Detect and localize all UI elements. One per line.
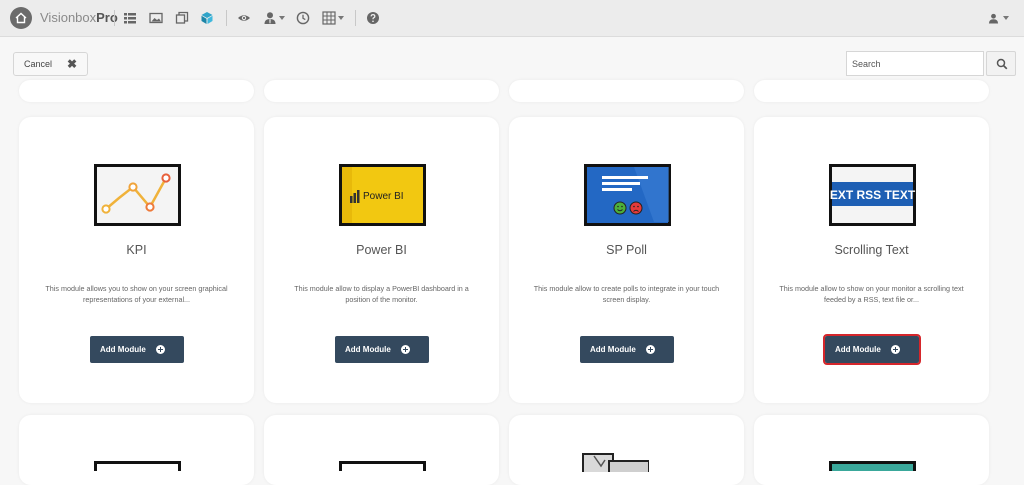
- list-icon[interactable]: [123, 11, 137, 25]
- user-icon[interactable]: [988, 13, 999, 24]
- add-module-label: Add Module: [590, 345, 636, 354]
- eye-icon[interactable]: [237, 11, 251, 25]
- module-card-partial: [754, 80, 989, 102]
- card-description: This module allows you to show on your s…: [45, 284, 228, 304]
- rss-thumb-text: EXT RSS TEXT: [830, 188, 916, 202]
- card-title: SP Poll: [606, 243, 647, 257]
- card-title: KPI: [126, 243, 147, 257]
- nav-divider: [226, 10, 227, 26]
- home-icon[interactable]: [10, 7, 32, 29]
- add-module-button[interactable]: Add Module: [90, 336, 184, 363]
- plus-circle-icon: [401, 345, 410, 354]
- power-bi-thumbnail: Power BI: [339, 164, 426, 226]
- module-card-partial: [754, 415, 989, 485]
- search-icon: [996, 58, 1008, 70]
- module-card-scrolling-text: EXT RSS TEXT Scrolling Text This module …: [754, 117, 989, 403]
- card-title: Scrolling Text: [834, 243, 909, 257]
- plus-circle-icon: [156, 345, 165, 354]
- add-module-label: Add Module: [345, 345, 391, 354]
- card-description: This module allow to show on your monito…: [779, 284, 964, 304]
- close-icon: ✖: [67, 57, 78, 71]
- scrolling-text-thumbnail: EXT RSS TEXT: [829, 164, 916, 226]
- brand-logo: VisionboxPro: [40, 10, 118, 25]
- search-button[interactable]: [986, 51, 1016, 76]
- add-module-button[interactable]: Add Module: [335, 336, 429, 363]
- module-card-kpi: KPI This module allows you to show on yo…: [19, 117, 254, 403]
- add-module-label: Add Module: [100, 345, 146, 354]
- module-card-partial: [264, 415, 499, 485]
- cancel-button-label: Cancel: [24, 59, 53, 69]
- power-bi-thumb-text: Power BI: [363, 191, 404, 202]
- chevron-down-icon[interactable]: [1003, 16, 1009, 20]
- image-icon[interactable]: [149, 11, 163, 25]
- card-title: Power BI: [356, 243, 407, 257]
- module-thumbnail-partial: [582, 453, 649, 472]
- module-card-power-bi: Power BI Power BI This module allow to d…: [264, 117, 499, 403]
- module-card-partial: [509, 415, 744, 485]
- sp-poll-thumbnail: [584, 164, 671, 226]
- cube-icon[interactable]: [200, 11, 214, 25]
- module-card-partial: [509, 80, 744, 102]
- module-card-partial: [19, 415, 254, 485]
- help-icon[interactable]: [366, 11, 380, 25]
- add-module-button[interactable]: Add Module: [823, 334, 921, 365]
- card-description: This module allow to create polls to int…: [533, 284, 720, 304]
- add-module-label: Add Module: [835, 345, 881, 354]
- card-description: This module allow to display a PowerBI d…: [294, 284, 469, 304]
- cancel-button[interactable]: Cancel ✖: [13, 52, 88, 76]
- clock-icon[interactable]: [296, 11, 310, 25]
- user-tie-icon[interactable]: [263, 11, 277, 25]
- module-card-sp-poll: SP Poll This module allow to create poll…: [509, 117, 744, 403]
- chevron-down-icon[interactable]: [338, 16, 344, 20]
- grid-icon[interactable]: [322, 11, 336, 25]
- module-card-partial: [19, 80, 254, 102]
- brand-name: Visionbox: [40, 10, 97, 25]
- module-card-partial: [264, 80, 499, 102]
- search-input[interactable]: [846, 51, 984, 76]
- plus-circle-icon: [891, 345, 900, 354]
- top-nav-bar: VisionboxPro: [0, 0, 1024, 37]
- plus-circle-icon: [646, 345, 655, 354]
- nav-divider: [355, 10, 356, 26]
- kpi-thumbnail: [94, 164, 181, 226]
- add-module-button[interactable]: Add Module: [580, 336, 674, 363]
- chevron-down-icon[interactable]: [279, 16, 285, 20]
- layers-icon[interactable]: [175, 11, 189, 25]
- nav-divider: [114, 10, 115, 26]
